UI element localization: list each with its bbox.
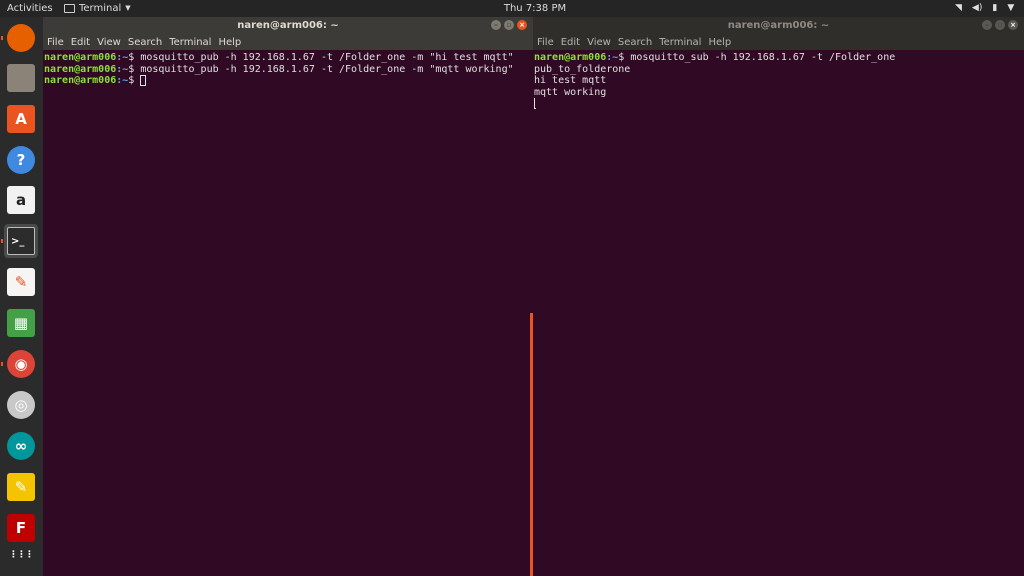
dock-item-software-center[interactable]: A xyxy=(4,102,38,136)
files-icon xyxy=(7,64,35,92)
command-text: $ mosquitto_pub -h 192.168.1.67 -t /Fold… xyxy=(128,63,514,75)
window-title: naren@arm006: ~ xyxy=(237,20,339,31)
text-cursor xyxy=(140,75,147,86)
running-indicator xyxy=(1,36,3,40)
notes-icon: ✎ xyxy=(7,473,35,501)
close-button[interactable]: × xyxy=(1008,20,1018,30)
dock-item-show-apps[interactable]: ⋮⋮⋮ xyxy=(4,538,38,572)
dock-item-terminal[interactable]: >_ xyxy=(4,224,38,258)
terminal-window-right[interactable]: naren@arm006: ~ – ▫ × File Edit View Search… xyxy=(533,17,1024,576)
chevron-down-icon: ▼ xyxy=(125,4,131,12)
prompt-path: :~ xyxy=(116,52,129,63)
help-icon: ? xyxy=(7,146,35,174)
close-button[interactable]: × xyxy=(517,20,527,30)
dock-item-spreadsheet[interactable]: ▦ xyxy=(4,306,38,340)
terminal-output[interactable]: naren@arm006:~ $ mosquitto_sub -h 192.168… xyxy=(533,50,1024,111)
terminal-output[interactable]: naren@arm006:~ $ mosquitto_pub -h 192.168… xyxy=(43,50,533,89)
running-indicator xyxy=(1,239,3,243)
command-text: $ mosquitto_sub -h 192.168.1.67 -t /Fold… xyxy=(618,52,896,63)
command-text: $ mosquitto_pub -h 192.168.1.67 -t /Fold… xyxy=(128,52,514,63)
prompt-line: naren@arm006:~ $ mosquitto_pub -h 192.168… xyxy=(44,52,532,64)
text-cursor xyxy=(534,98,536,109)
dock: A? a >_ ✎ ▦ ◉ ◎ ∞ ✎ F ⋮⋮⋮ xyxy=(0,17,43,576)
prompt-path: :~ xyxy=(116,75,129,86)
output-line: mqtt working xyxy=(534,86,607,98)
top-bar: Activities Terminal ▼ Thu 7:38 PM ◥ ◀) ▮… xyxy=(0,0,1024,17)
show-apps-icon: ⋮⋮⋮ xyxy=(9,550,34,560)
maximize-button[interactable]: ▫ xyxy=(995,20,1005,30)
menu-help[interactable]: Help xyxy=(218,37,241,48)
prompt-user: naren@arm006 xyxy=(44,52,117,63)
prompt-line: naren@arm006:~ $ xyxy=(44,75,532,87)
menu-search[interactable]: Search xyxy=(618,37,652,48)
audio-player-icon: ◎ xyxy=(7,391,35,419)
dock-item-files[interactable] xyxy=(4,61,38,95)
menu-search[interactable]: Search xyxy=(128,37,162,48)
activities-button[interactable]: Activities xyxy=(7,2,53,15)
terminal-window-left[interactable]: naren@arm006: ~ – ▫ × File Edit View Search… xyxy=(43,17,533,576)
dock-item-firefox[interactable] xyxy=(4,21,38,55)
terminal-mini-icon xyxy=(64,4,75,13)
menu-file[interactable]: File xyxy=(537,37,554,48)
menu-terminal[interactable]: Terminal xyxy=(659,37,701,48)
prompt-user: naren@arm006 xyxy=(534,52,607,63)
dock-item-amazon[interactable]: a xyxy=(4,183,38,217)
power-menu-icon: ▼ xyxy=(1007,3,1015,13)
prompt-user: naren@arm006 xyxy=(44,75,117,86)
volume-icon: ◀) xyxy=(971,3,983,13)
dock-item-audio-player[interactable]: ◎ xyxy=(4,388,38,422)
text-editor-icon: ✎ xyxy=(7,268,35,296)
prompt-line: naren@arm006:~ $ mosquitto_sub -h 192.168… xyxy=(534,52,1023,64)
amazon-icon: a xyxy=(7,186,35,214)
menu-help[interactable]: Help xyxy=(708,37,731,48)
prompt-path: :~ xyxy=(116,63,129,75)
menu-bar: File Edit View Search Terminal Help xyxy=(533,35,1024,50)
dock-item-arduino[interactable]: ∞ xyxy=(4,429,38,463)
app-menu-label: Terminal xyxy=(79,3,122,14)
menu-view[interactable]: View xyxy=(587,37,611,48)
spreadsheet-icon: ▦ xyxy=(7,309,35,337)
menu-edit[interactable]: Edit xyxy=(561,37,580,48)
menu-view[interactable]: View xyxy=(97,37,121,48)
title-bar[interactable]: naren@arm006: ~ – ▫ × xyxy=(43,17,533,35)
software-center-icon: A xyxy=(7,105,35,133)
menu-file[interactable]: File xyxy=(47,37,64,48)
cursor-line xyxy=(534,98,1023,109)
chrome-icon: ◉ xyxy=(7,350,35,378)
dock-item-help[interactable]: ? xyxy=(4,143,38,177)
output-line: hi test mqtt xyxy=(534,75,607,86)
minimize-button[interactable]: – xyxy=(982,20,992,30)
arduino-icon: ∞ xyxy=(7,432,35,460)
output-line: pub_to_folderone xyxy=(534,63,631,75)
prompt-path: :~ xyxy=(606,52,619,63)
terminal-icon: >_ xyxy=(7,227,35,255)
running-indicator xyxy=(1,362,3,366)
prompt-line: naren@arm006:~ $ mosquitto_pub -h 192.168… xyxy=(44,64,532,76)
menu-bar: File Edit View Search Terminal Help xyxy=(43,35,533,50)
pane-divider[interactable] xyxy=(530,313,533,576)
maximize-button[interactable]: ▫ xyxy=(504,20,514,30)
minimize-button[interactable]: – xyxy=(491,20,501,30)
dock-item-notes[interactable]: ✎ xyxy=(4,470,38,504)
clock[interactable]: Thu 7:38 PM xyxy=(500,2,570,15)
title-bar[interactable]: naren@arm006: ~ – ▫ × xyxy=(533,17,1024,35)
app-menu[interactable]: Terminal ▼ xyxy=(64,2,131,15)
firefox-icon xyxy=(7,24,35,52)
window-title: naren@arm006: ~ xyxy=(727,20,830,31)
system-tray[interactable]: ◥ ◀) ▮ ▼ xyxy=(955,2,1014,15)
dock-item-text-editor[interactable]: ✎ xyxy=(4,265,38,299)
dock-item-chrome[interactable]: ◉ xyxy=(4,347,38,381)
prompt-user: naren@arm006 xyxy=(44,63,117,75)
menu-edit[interactable]: Edit xyxy=(71,37,90,48)
menu-terminal[interactable]: Terminal xyxy=(169,37,211,48)
command-text: $ xyxy=(128,75,141,86)
battery-icon: ▮ xyxy=(992,3,998,13)
wifi-icon: ◥ xyxy=(955,3,962,13)
